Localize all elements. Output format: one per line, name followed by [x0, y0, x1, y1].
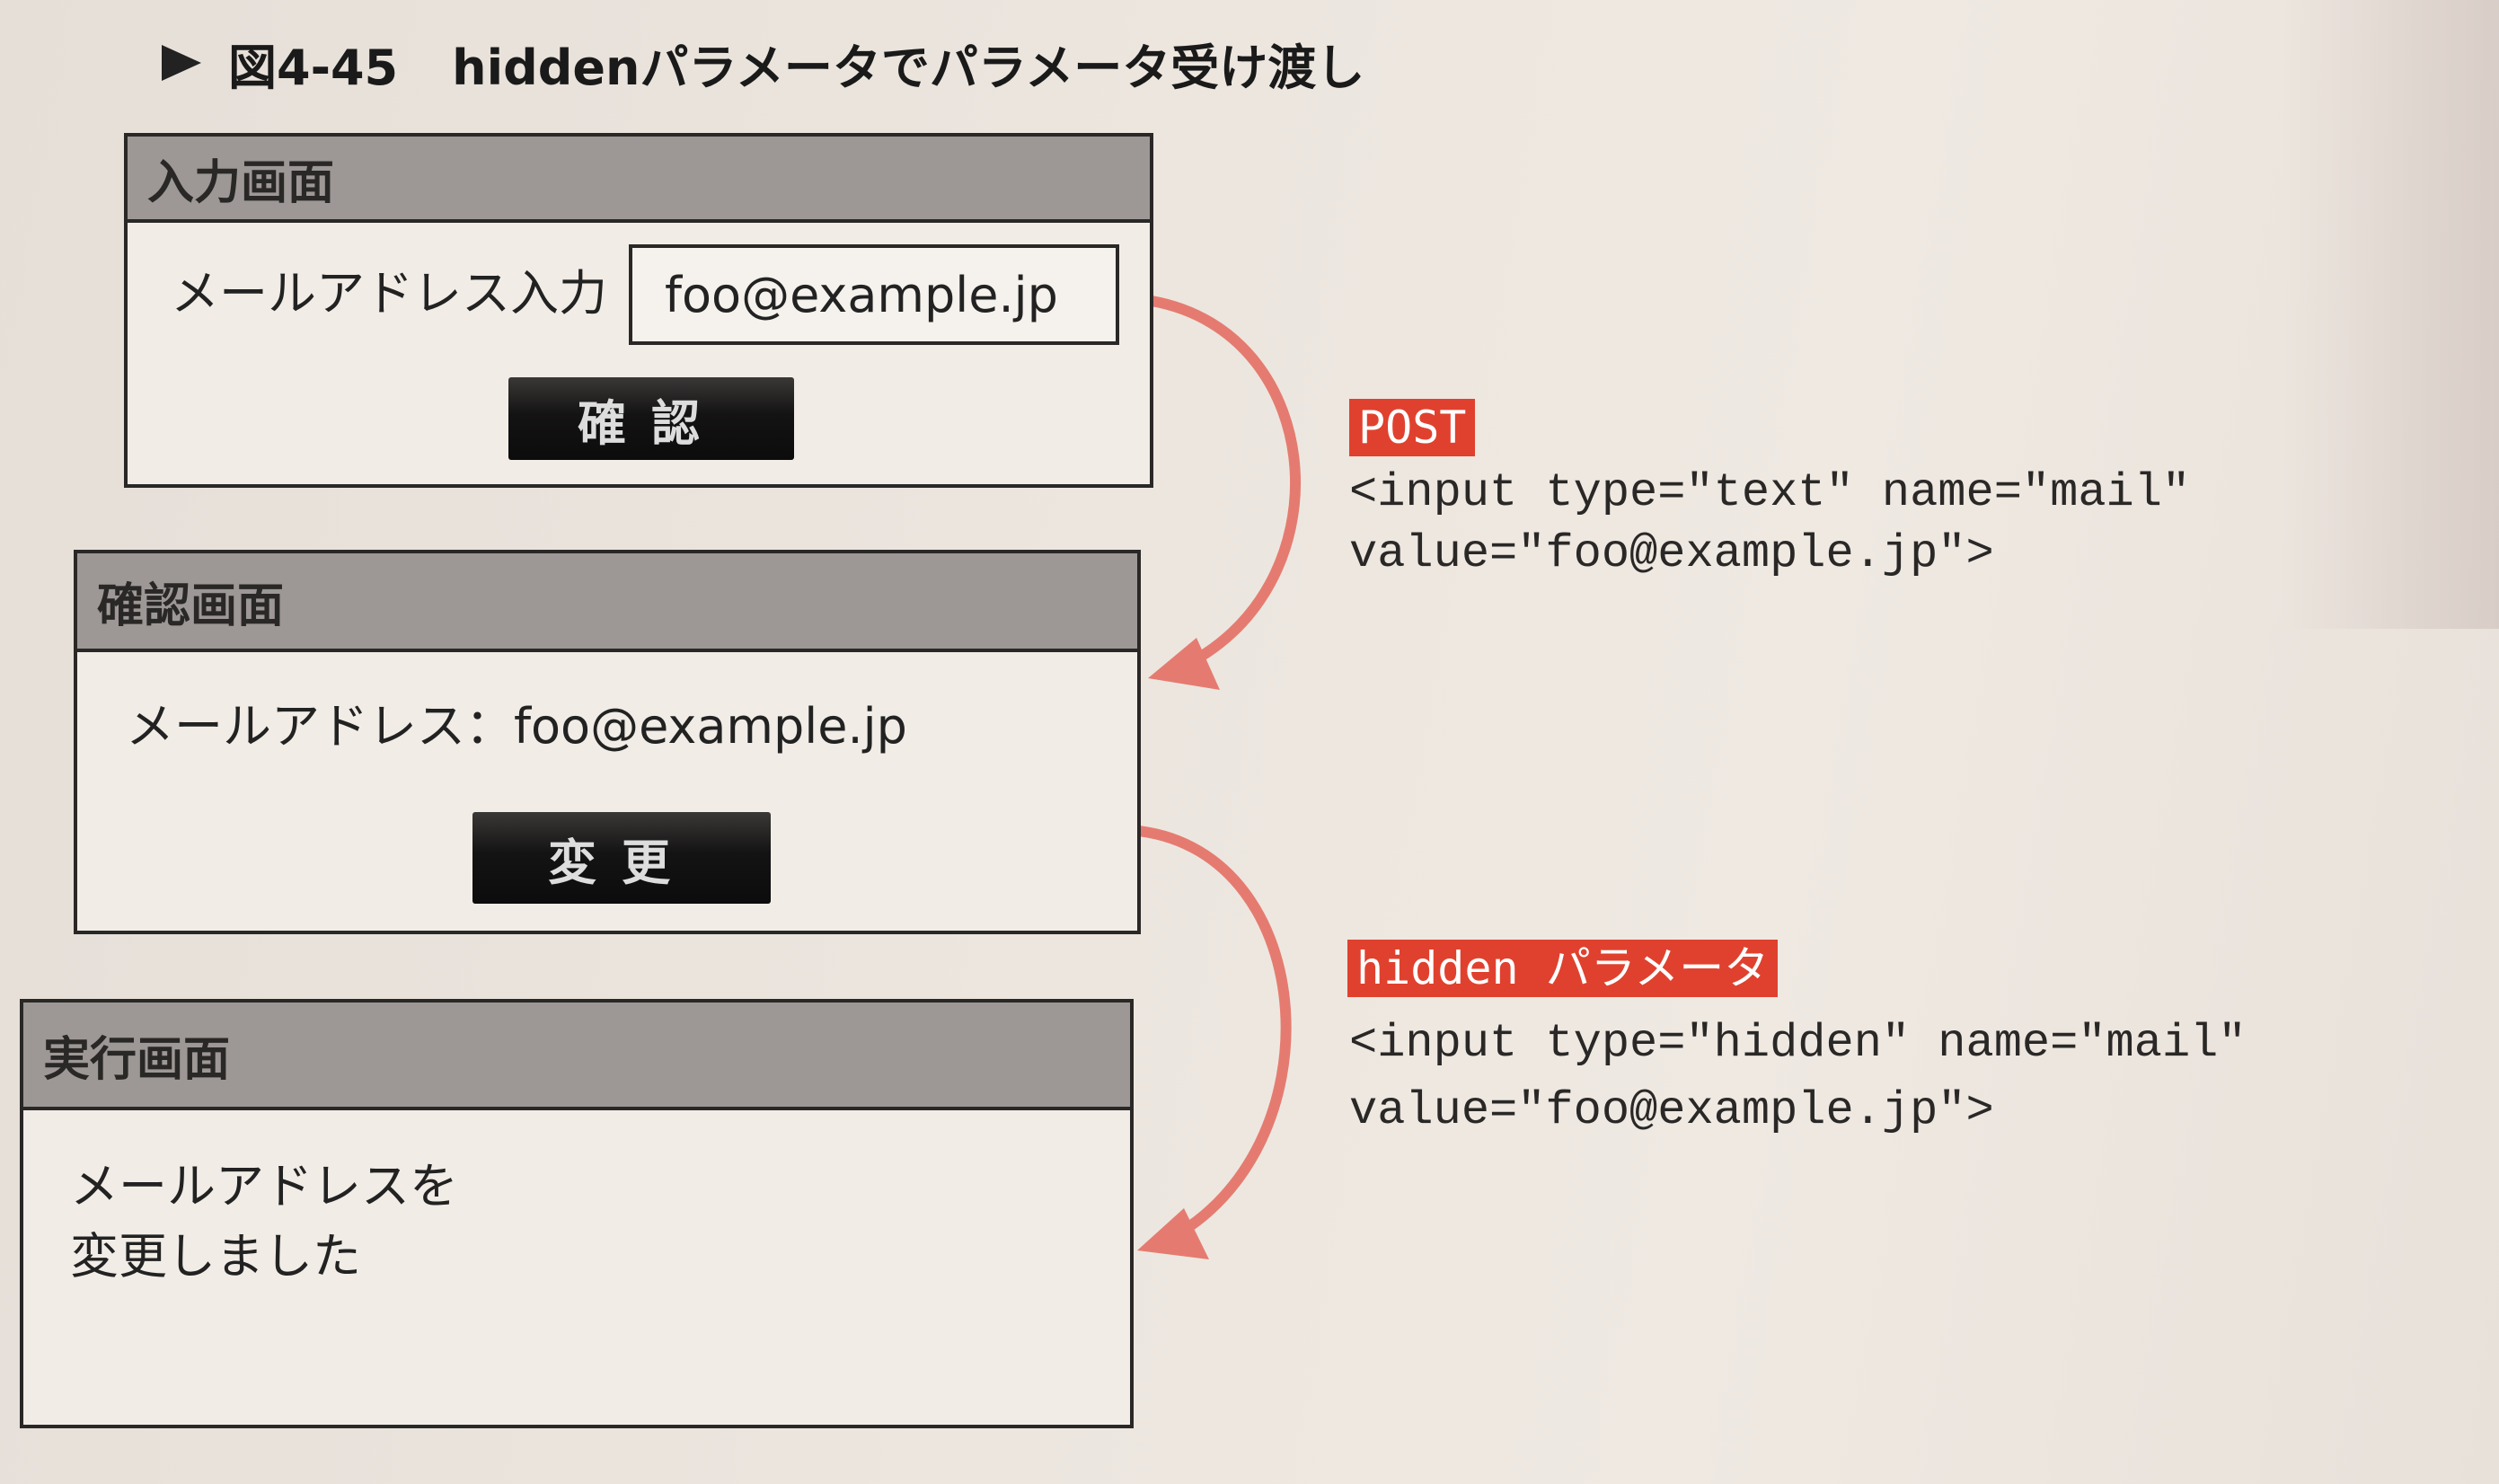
arrow-post — [1146, 296, 1301, 675]
hidden-param-tag: hidden パラメータ — [1347, 940, 1779, 997]
confirm-screen: 確認画面 メールアドレス：foo@example.jp 変更 — [74, 550, 1141, 934]
confirm-screen-title: 確認画面 — [97, 579, 285, 633]
execute-screen: 実行画面 メールアドレスを 変更しました — [20, 999, 1134, 1428]
confirm-button[interactable]: 確認 — [508, 377, 794, 460]
input-screen-header: 入力画面 — [128, 137, 1150, 223]
email-input[interactable]: foo@example.jp — [629, 244, 1119, 345]
email-field-label: メールアドレス入力 — [171, 265, 607, 322]
arrow-hidden — [1134, 826, 1292, 1245]
post-tag: POST — [1349, 399, 1476, 456]
confirm-email-text: メールアドレス：foo@example.jp — [126, 698, 907, 755]
email-input-value: foo@example.jp — [665, 266, 1058, 323]
post-code-line2: value="foo@example.jp"> — [1349, 527, 1994, 580]
input-screen-title: 入力画面 — [147, 155, 335, 210]
execute-message-line1: メールアドレスを — [70, 1158, 458, 1215]
input-screen: 入力画面 メールアドレス入力 foo@example.jp 確認 — [124, 133, 1153, 488]
post-code-line1: <input type="text" name="mail" — [1349, 466, 2191, 519]
change-button[interactable]: 変更 — [472, 812, 771, 904]
execute-message-line2: 変更しました — [70, 1228, 361, 1285]
execute-screen-title: 実行画面 — [43, 1032, 231, 1087]
hidden-code-line1: <input type="hidden" name="mail" — [1349, 1017, 2247, 1070]
execute-screen-header: 実行画面 — [23, 1003, 1130, 1110]
confirm-screen-header: 確認画面 — [77, 553, 1137, 652]
hidden-code-line2: value="foo@example.jp"> — [1349, 1084, 1994, 1137]
